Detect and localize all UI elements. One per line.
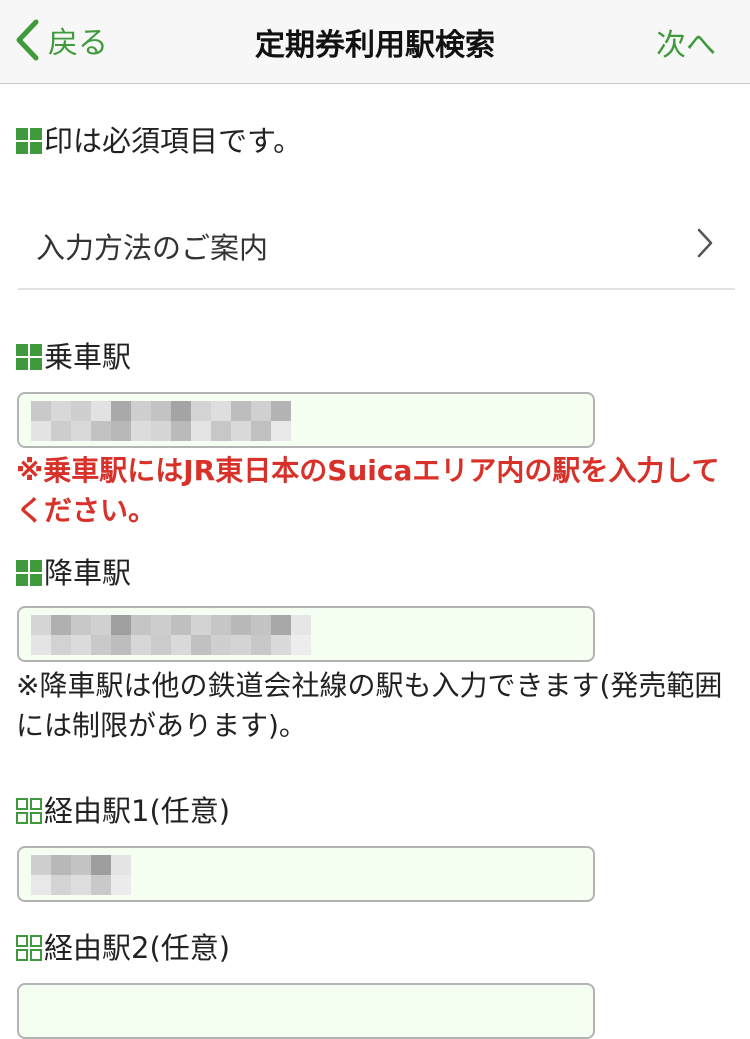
outline-grid-icon	[16, 798, 42, 824]
page-title: 定期券利用駅検索	[255, 28, 495, 63]
alighting-station-input[interactable]	[17, 606, 595, 662]
alighting-station-note: ※降車駅は他の鉄道会社線の駅も入力できます(発売範囲には制限があります)。	[16, 669, 723, 742]
boarding-station-label: 乗車駅	[16, 334, 131, 376]
required-note: 印は必須項目です。	[16, 118, 302, 160]
via-station-2-input[interactable]	[17, 983, 595, 1039]
alighting-station-label: 降車駅	[16, 550, 131, 592]
chevron-right-icon	[697, 228, 713, 258]
redacted-value	[31, 615, 311, 655]
filled-grid-icon	[16, 560, 42, 586]
back-button[interactable]: 戻る	[14, 18, 108, 62]
filled-grid-icon	[16, 128, 42, 154]
chevron-left-icon	[16, 19, 39, 61]
via-station-1-label-text: 経由駅1(任意)	[44, 794, 231, 828]
via-station-2-label-text: 経由駅2(任意)	[44, 931, 231, 965]
outline-grid-icon	[16, 935, 42, 961]
input-guide-link[interactable]: 入力方法のご案内	[18, 200, 735, 290]
redacted-value	[31, 401, 291, 441]
required-note-text: 印は必須項目です。	[44, 124, 303, 158]
via-station-1-label: 経由駅1(任意)	[16, 788, 230, 830]
next-button[interactable]: 次へ	[656, 20, 716, 64]
boarding-station-input[interactable]	[17, 392, 595, 448]
boarding-station-note: ※乗車駅にはJR東日本のSuicaエリア内の駅を入力してください。	[16, 454, 720, 527]
filled-grid-icon	[16, 344, 42, 370]
redacted-value	[31, 855, 131, 895]
input-guide-label: 入力方法のご案内	[36, 231, 269, 265]
nav-bar: 戻る 定期券利用駅検索 次へ	[0, 0, 750, 84]
via-station-2-label: 経由駅2(任意)	[16, 925, 230, 967]
via-station-1-input[interactable]	[17, 846, 595, 902]
alighting-station-label-text: 降車駅	[44, 556, 132, 590]
boarding-station-label-text: 乗車駅	[44, 340, 132, 374]
back-label: 戻る	[48, 26, 108, 61]
